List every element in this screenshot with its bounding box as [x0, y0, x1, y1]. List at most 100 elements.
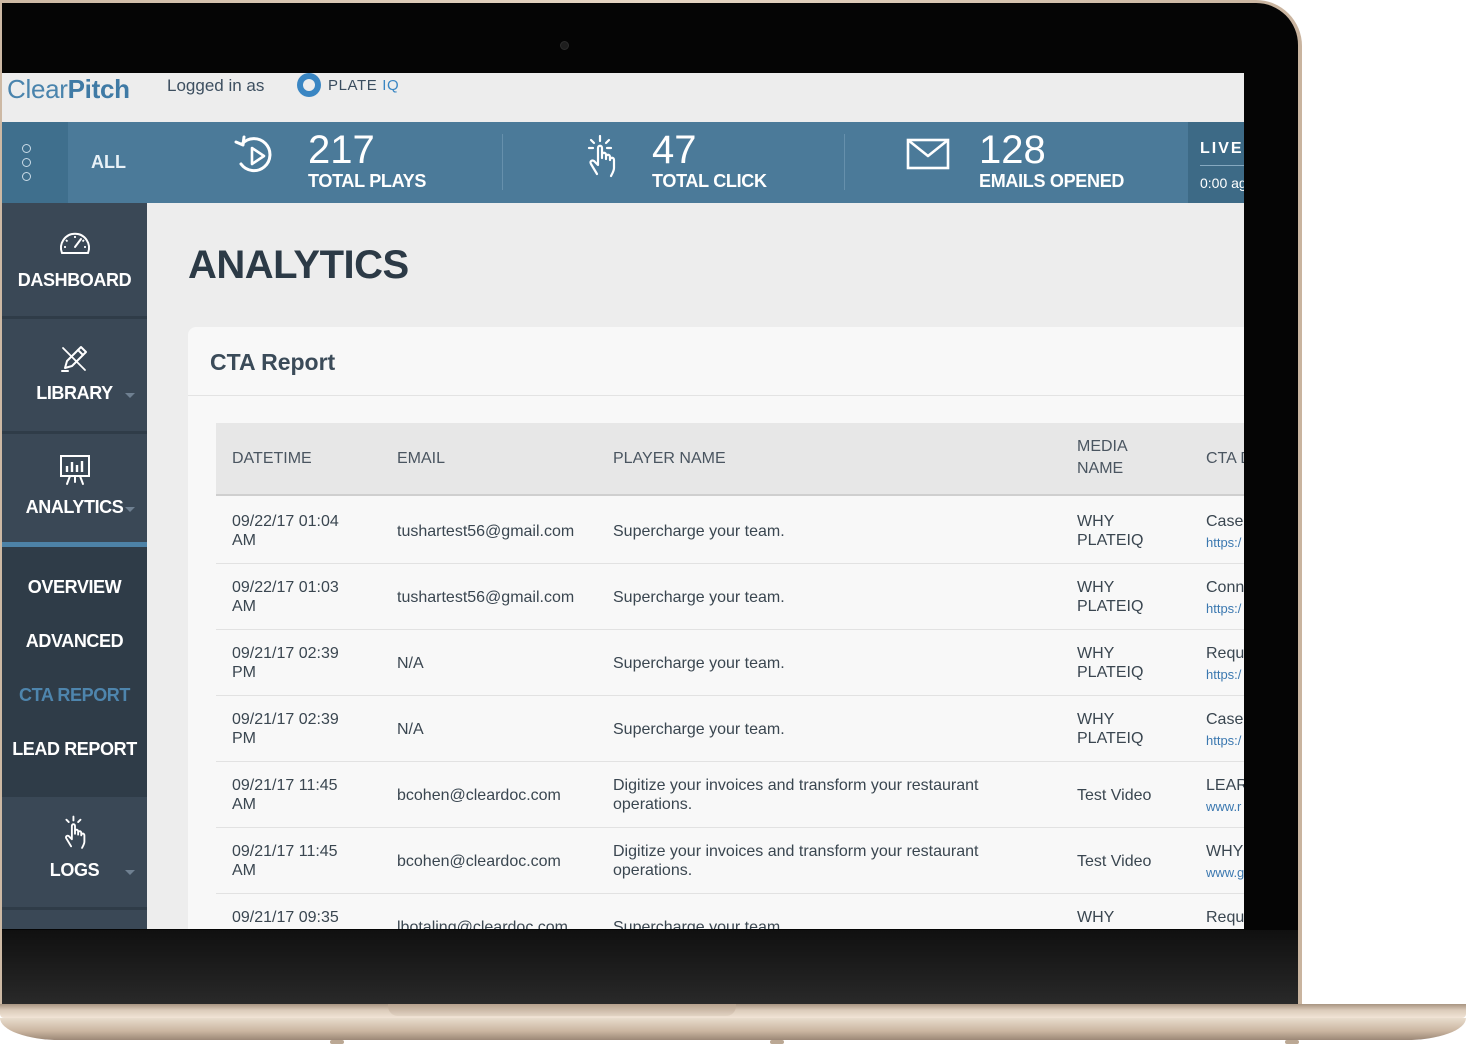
cell-player-name: Supercharge your team. [613, 919, 785, 929]
cell-cta-link[interactable]: www.g [1206, 863, 1244, 882]
sidebar-item-logs[interactable]: LOGS [2, 797, 147, 907]
active-indicator [2, 542, 147, 547]
cell-media-name-cont: PLATEIQ [1077, 664, 1144, 681]
cell-player-name: Digitize your invoices and transform you… [613, 777, 979, 794]
cell-datetime-period: AM [232, 598, 256, 615]
stat-value: 47 [652, 128, 697, 172]
chevron-down-icon [125, 870, 135, 875]
stat-value: 217 [308, 128, 375, 172]
cell-email: lbotaling@cleardoc.com [397, 919, 568, 929]
cell-datetime: 09/22/17 01:04 [232, 513, 339, 530]
table-row[interactable]: 09/22/17 01:03 AM tushartest56@gmail.com Su… [216, 564, 1244, 630]
card-divider [188, 395, 1244, 396]
sidebar-sub-advanced[interactable]: ADVANCED [2, 631, 147, 652]
cell-media-name-cont: PLATEIQ [1077, 532, 1144, 549]
plateiq-logo-icon [297, 73, 321, 97]
column-header-datetime[interactable]: DATETIME [232, 448, 312, 470]
base-foot [1285, 1040, 1299, 1044]
camera-icon [560, 41, 569, 50]
cell-player-name: Supercharge your team. [613, 655, 785, 672]
cell-media-name: Test Video [1077, 853, 1152, 870]
stat-label: TOTAL CLICK [652, 171, 767, 191]
table-header: DATETIME EMAIL PLAYER NAME MEDIA NAME CT… [216, 423, 1244, 496]
sidebar-item-analytics[interactable]: ANALYTICS [2, 434, 147, 542]
live-title: LIVE [1200, 140, 1244, 157]
app-logo[interactable]: ClearPitch [7, 73, 130, 105]
cell-player-name: Supercharge your team. [613, 589, 785, 606]
column-header-email[interactable]: EMAIL [397, 448, 445, 470]
speedometer-icon [59, 232, 90, 254]
tap-icon [64, 815, 85, 849]
table-row[interactable]: 09/21/17 02:39 PM N/A Supercharge your team… [216, 696, 1244, 762]
cell-player-name-cont: operations. [613, 796, 693, 813]
menu-dot-icon [22, 172, 31, 181]
cell-cta-link[interactable]: https:/ [1206, 533, 1241, 552]
menu-dot-icon [22, 158, 31, 167]
sidebar-item-partial[interactable] [2, 910, 147, 929]
sidebar-item-dashboard[interactable]: DASHBOARD [2, 203, 147, 316]
table-row[interactable]: 09/22/17 01:04 AM tushartest56@gmail.com Su… [216, 498, 1244, 564]
sidebar-sub-lead-report[interactable]: LEAD REPORT [2, 739, 147, 760]
sidebar-sub-overview[interactable]: OVERVIEW [2, 577, 147, 598]
cell-player-name-cont: operations. [613, 862, 693, 879]
cell-media-name: Test Video [1077, 787, 1152, 804]
cell-cta: Requ [1206, 645, 1244, 662]
cell-datetime-period: PM [232, 664, 256, 681]
cell-email: tushartest56@gmail.com [397, 523, 575, 540]
cell-datetime: 09/21/17 02:39 [232, 645, 339, 662]
cell-media-name: WHY [1077, 909, 1115, 926]
chevron-down-icon [125, 393, 135, 398]
cell-cta-link[interactable]: https:/ [1206, 665, 1241, 684]
table-row[interactable]: 09/21/17 11:45 AM bcohen@cleardoc.com Digit… [216, 762, 1244, 828]
cell-player-name: Supercharge your team. [613, 523, 785, 540]
laptop-base [0, 1004, 1471, 1046]
table-row[interactable]: 09/21/17 09:35 lbotaling@cleardoc.com Supe… [216, 894, 1244, 929]
base-foot [770, 1040, 784, 1044]
cell-media-name-cont: PLATEIQ [1077, 927, 1143, 929]
live-time: 0:00 ag [1200, 175, 1244, 191]
presentation-chart-icon [59, 455, 90, 485]
menu-button[interactable] [2, 122, 68, 203]
filter-all-tab[interactable]: ALL [68, 122, 149, 203]
column-header-media-name[interactable]: MEDIA NAME [1077, 436, 1157, 480]
stat-label: TOTAL PLAYS [308, 171, 427, 191]
cell-cta-link[interactable]: https:/ [1206, 731, 1241, 750]
cell-media-name: WHY [1077, 711, 1115, 728]
logo-bold: Pitch [67, 74, 130, 104]
account-name-main: PLATE [328, 77, 378, 94]
menu-dot-icon [22, 144, 31, 153]
base-lip [0, 1018, 1466, 1040]
cell-cta-link[interactable]: www.r [1206, 797, 1241, 816]
cell-email: tushartest56@gmail.com [397, 589, 575, 606]
cell-email: N/A [397, 655, 424, 672]
cta-report-card: CTA Report DATETIME EMAIL PLAYER NAME ME… [188, 327, 1244, 929]
cell-cta-link[interactable]: https:/ [1206, 599, 1241, 618]
stat-divider [502, 134, 503, 190]
cell-datetime-period: PM [232, 730, 256, 747]
page-title: ANALYTICS [188, 243, 409, 287]
replay-icon [234, 135, 272, 173]
column-header-player-name[interactable]: PLAYER NAME [613, 448, 726, 470]
sidebar-sub-cta-report[interactable]: CTA REPORT [2, 685, 147, 706]
sidebar-item-library[interactable]: LIBRARY [2, 319, 147, 431]
cell-datetime: 09/21/17 02:39 [232, 711, 339, 728]
cell-cta: Case [1206, 513, 1244, 530]
stat-divider [844, 134, 845, 190]
account-name-suffix: IQ [382, 77, 400, 94]
cell-cta: LEAR [1206, 777, 1244, 794]
account-name[interactable]: PLATE IQ [328, 77, 399, 95]
stat-value: 128 [979, 128, 1046, 172]
cell-media-name-cont: PLATEIQ [1077, 730, 1144, 747]
column-header-cta[interactable]: CTA D [1206, 448, 1244, 470]
tap-icon [587, 134, 616, 178]
cell-datetime-period: AM [232, 862, 256, 879]
cell-media-name: WHY [1077, 579, 1115, 596]
cell-email: N/A [397, 721, 424, 738]
table-row[interactable]: 09/21/17 02:39 PM N/A Supercharge your team… [216, 630, 1244, 696]
live-panel[interactable]: LIVE 0:00 ag [1188, 122, 1244, 203]
cell-datetime: 09/21/17 11:45 [232, 777, 338, 794]
cell-datetime: 09/22/17 01:03 [232, 579, 339, 596]
table-row[interactable]: 09/21/17 11:45 AM bcohen@cleardoc.com Digit… [216, 828, 1244, 894]
cell-cta: WHY [1206, 843, 1244, 860]
cell-email: bcohen@cleardoc.com [397, 853, 561, 870]
